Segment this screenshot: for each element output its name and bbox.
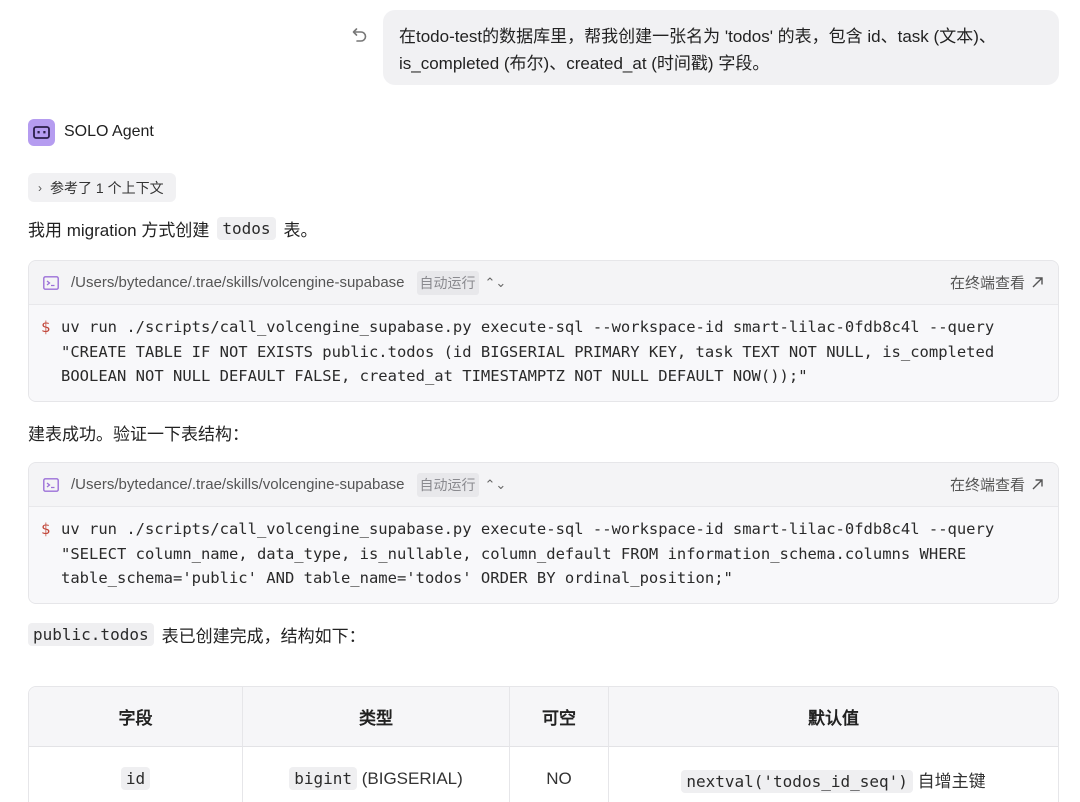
view-in-terminal-button[interactable]: 在终端查看 bbox=[950, 474, 1044, 495]
cell-type-note: (BIGSERIAL) bbox=[361, 769, 463, 788]
user-message-line1: 在todo-test的数据库里，帮我创建一张名为 'todos' 的表，包含 i… bbox=[399, 27, 996, 46]
undo-icon[interactable] bbox=[348, 24, 370, 46]
schema-table: 字段 类型 可空 默认值 id bigint (BIGSERIAL) NO ne… bbox=[28, 686, 1059, 802]
para3-text: 表已创建完成，结构如下： bbox=[161, 627, 366, 646]
context-reference-toggle[interactable]: › 参考了 1 个上下文 bbox=[28, 173, 176, 202]
arrow-up-right-icon bbox=[1032, 277, 1043, 288]
chevron-updown-icon[interactable]: ⌃⌄ bbox=[485, 477, 507, 493]
user-message-bubble: 在todo-test的数据库里，帮我创建一张名为 'todos' 的表，包含 i… bbox=[383, 10, 1059, 85]
cell-nullable: NO bbox=[510, 747, 609, 802]
table-row: id bigint (BIGSERIAL) NO nextval('todos_… bbox=[29, 747, 1058, 802]
command-header: /Users/bytedance/.trae/skills/volcengine… bbox=[29, 463, 1058, 507]
robot-icon bbox=[33, 125, 50, 139]
para1-text-end: 表。 bbox=[283, 221, 318, 240]
column-header-field: 字段 bbox=[29, 687, 243, 747]
command-line: "SELECT column_name, data_type, is_nulla… bbox=[61, 544, 967, 563]
agent-avatar bbox=[28, 118, 55, 146]
command-code: $ uv run ./scripts/call_volcengine_supaba… bbox=[29, 507, 1058, 603]
context-reference-label: 参考了 1 个上下文 bbox=[50, 179, 164, 196]
table-header-row: 字段 类型 可空 默认值 bbox=[29, 687, 1058, 747]
terminal-icon bbox=[43, 477, 59, 492]
command-path: /Users/bytedance/.trae/skills/volcengine… bbox=[71, 274, 405, 291]
command-line: uv run ./scripts/call_volcengine_supabas… bbox=[61, 520, 995, 538]
auto-run-selector[interactable]: 自动运行 bbox=[416, 270, 479, 295]
command-block-select: /Users/bytedance/.trae/skills/volcengine… bbox=[28, 462, 1059, 604]
auto-run-selector[interactable]: 自动运行 bbox=[416, 472, 479, 497]
user-message-line2: is_completed (布尔)、created_at (时间戳) 字段。 bbox=[399, 54, 770, 73]
cell-field-code: id bbox=[120, 767, 151, 790]
agent-text-verify: 建表成功。验证一下表结构： bbox=[28, 420, 249, 445]
view-in-terminal-button[interactable]: 在终端查看 bbox=[950, 272, 1044, 293]
view-in-terminal-label: 在终端查看 bbox=[949, 275, 1025, 292]
command-line: "CREATE TABLE IF NOT EXISTS public.todos… bbox=[61, 342, 995, 361]
cell-field: id bbox=[29, 747, 243, 802]
command-code: $ uv run ./scripts/call_volcengine_supaba… bbox=[29, 305, 1058, 401]
shell-prompt: $ bbox=[41, 520, 51, 538]
cell-default-code: nextval('todos_id_seq') bbox=[681, 769, 913, 793]
shell-prompt: $ bbox=[41, 318, 51, 336]
column-header-nullable: 可空 bbox=[510, 687, 609, 747]
chevron-right-icon: › bbox=[38, 180, 42, 195]
cell-default-note: 自增主键 bbox=[917, 771, 986, 791]
agent-text-migration: 我用 migration 方式创建 todos 表。 bbox=[28, 216, 318, 241]
cell-default: nextval('todos_id_seq') 自增主键 bbox=[609, 747, 1058, 802]
agent-name: SOLO Agent bbox=[64, 123, 154, 140]
command-path: /Users/bytedance/.trae/skills/volcengine… bbox=[71, 476, 405, 493]
command-header: /Users/bytedance/.trae/skills/volcengine… bbox=[29, 261, 1058, 305]
para1-text: 我用 migration 方式创建 bbox=[28, 221, 210, 240]
command-line: uv run ./scripts/call_volcengine_supabas… bbox=[61, 318, 995, 336]
view-in-terminal-label: 在终端查看 bbox=[949, 477, 1025, 494]
command-line: table_schema='public' AND table_name='to… bbox=[61, 569, 733, 587]
agent-text-result: public.todos 表已创建完成，结构如下： bbox=[28, 622, 366, 647]
arrow-up-right-icon bbox=[1032, 479, 1043, 490]
cell-type: bigint (BIGSERIAL) bbox=[243, 747, 510, 802]
agent-header: SOLO Agent bbox=[28, 118, 154, 146]
terminal-icon bbox=[43, 275, 59, 290]
command-line: BOOLEAN NOT NULL DEFAULT FALSE, created_… bbox=[61, 367, 808, 385]
column-header-default: 默认值 bbox=[609, 687, 1058, 747]
column-header-type: 类型 bbox=[243, 687, 510, 747]
chevron-updown-icon[interactable]: ⌃⌄ bbox=[485, 275, 507, 291]
inline-code-public-todos: public.todos bbox=[28, 623, 154, 646]
cell-type-code: bigint bbox=[289, 767, 357, 790]
para2-text: 建表成功。验证一下表结构： bbox=[28, 425, 249, 444]
inline-code-todos: todos bbox=[217, 217, 276, 240]
command-block-create: /Users/bytedance/.trae/skills/volcengine… bbox=[28, 260, 1059, 402]
